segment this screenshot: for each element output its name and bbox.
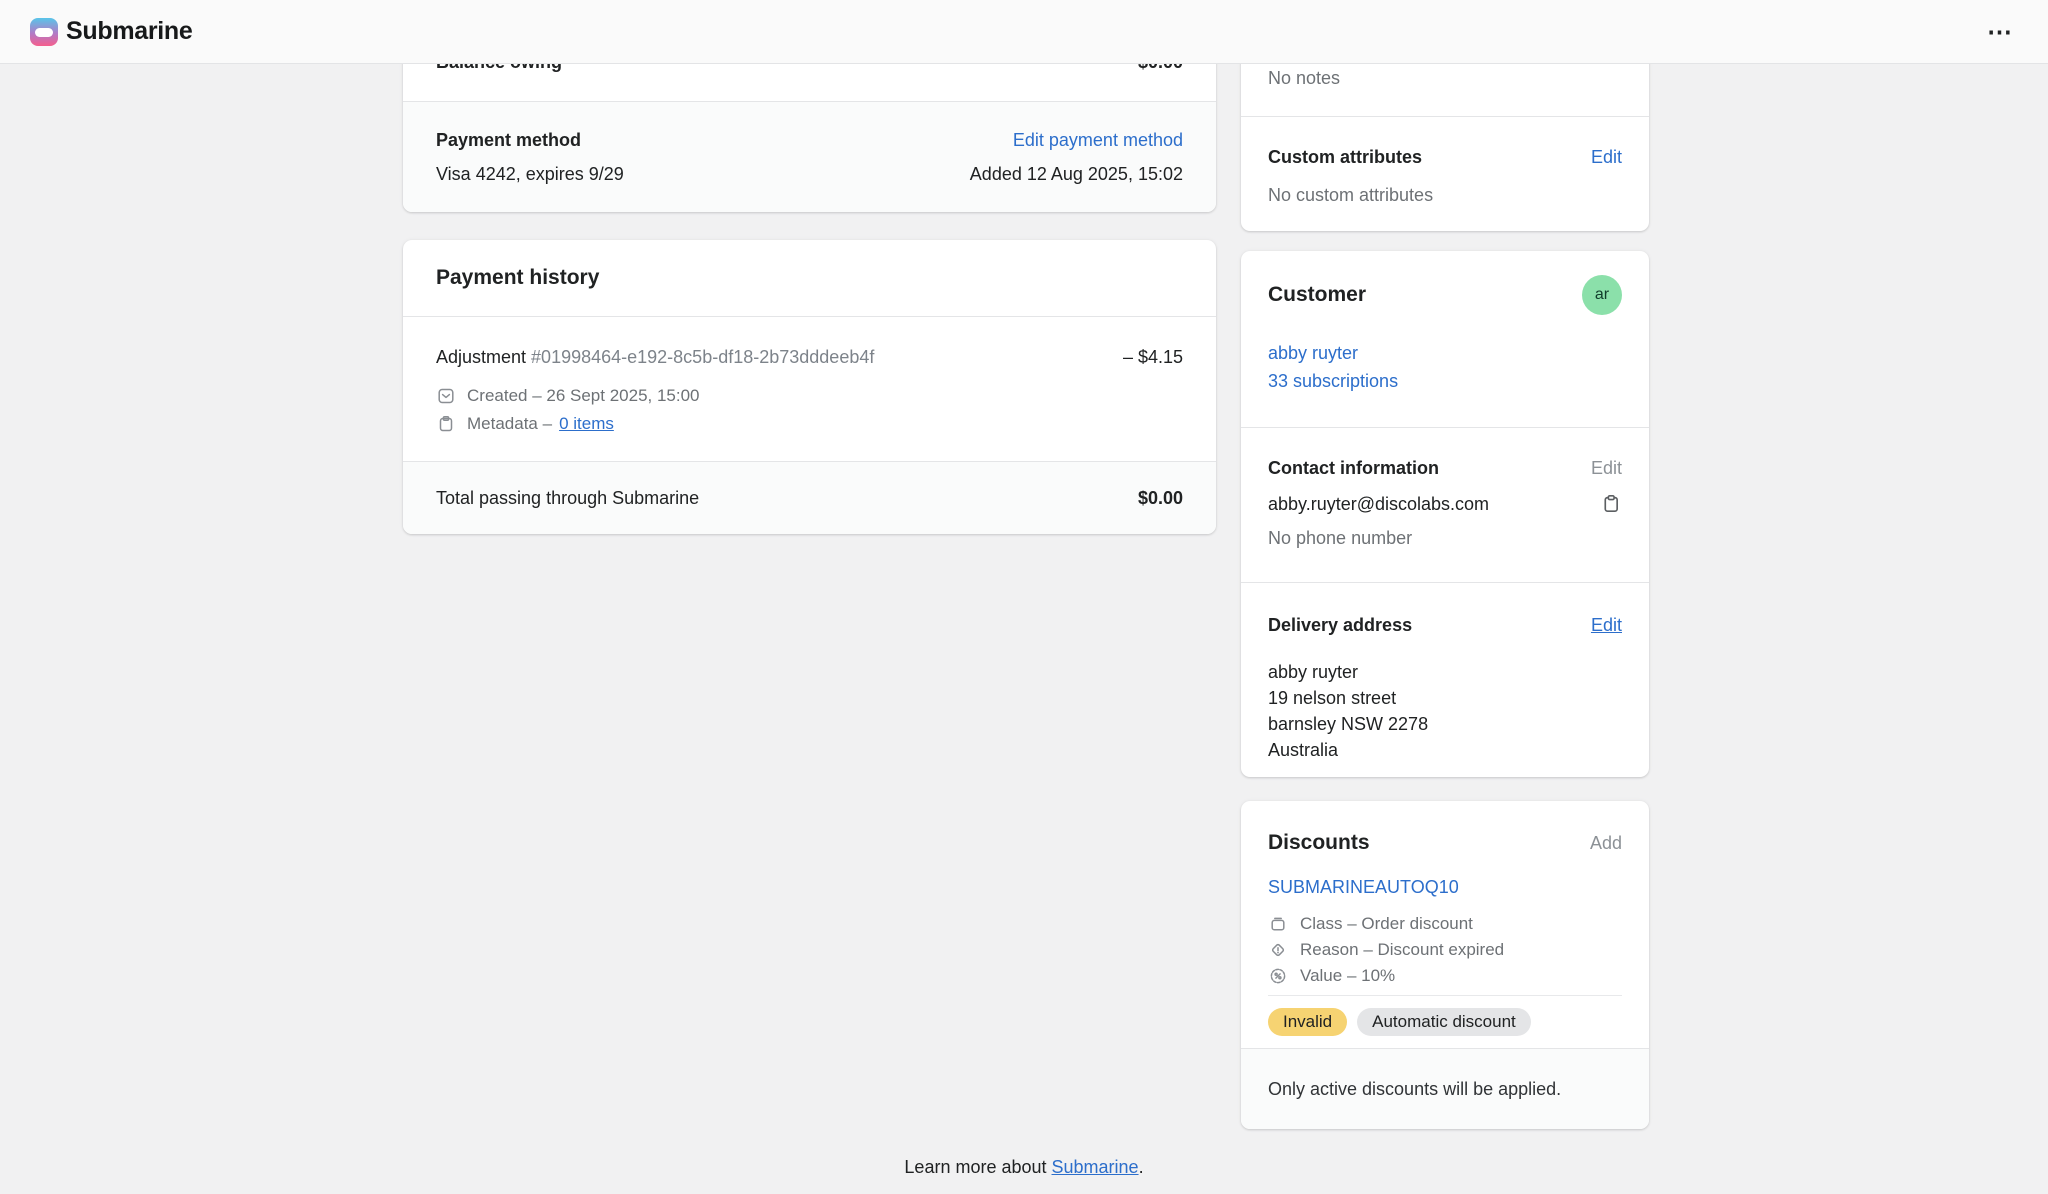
discount-badges: Invalid Automatic discount <box>1268 1008 1622 1036</box>
discount-class-row: Class – Order discount <box>1268 911 1622 937</box>
adjustment-id: #01998464-e192-8c5b-df18-2b73dddeeb4f <box>531 347 874 367</box>
customer-email: abby.ruyter@discolabs.com <box>1268 492 1489 516</box>
footer-text-prefix: Learn more about <box>904 1157 1051 1177</box>
status-badge-automatic: Automatic discount <box>1357 1008 1531 1036</box>
address-line: barnsley NSW 2278 <box>1268 711 1622 737</box>
order-box-icon <box>1268 914 1288 934</box>
adjustment-amount: – $4.15 <box>1123 345 1183 369</box>
add-discount-link[interactable]: Add <box>1590 833 1622 854</box>
address-line: 19 nelson street <box>1268 685 1622 711</box>
discount-reason-text: Reason – Discount expired <box>1300 937 1504 963</box>
contact-information-title: Contact information <box>1268 456 1439 480</box>
app-header: Submarine ⋯ <box>0 0 2048 64</box>
overflow-menu-button[interactable]: ⋯ <box>1981 18 2018 46</box>
discount-code-link[interactable]: SUBMARINEAUTOQ10 <box>1268 877 1459 897</box>
discounts-section: Discounts Add SUBMARINEAUTOQ10 Class – O… <box>1241 801 1649 1048</box>
created-row: Created – 26 Sept 2025, 15:00 <box>436 385 1183 407</box>
status-badge-invalid: Invalid <box>1268 1008 1347 1036</box>
metadata-items-link[interactable]: 0 items <box>559 413 614 435</box>
payment-method-value: Visa 4242, expires 9/29 <box>436 162 624 186</box>
contact-information-section: Contact information Edit abby.ruyter@dis… <box>1241 428 1649 582</box>
adjustment-label: Adjustment <box>436 347 531 367</box>
payment-method-added: Added 12 Aug 2025, 15:02 <box>970 162 1183 186</box>
discount-value-text: Value – 10% <box>1300 963 1395 989</box>
main-column: Balance owing $0.00 Payment method Edit … <box>403 0 1216 534</box>
discounts-footer: Only active discounts will be applied. <box>1241 1049 1649 1129</box>
edit-delivery-address-link[interactable]: Edit <box>1591 613 1622 637</box>
address-line: abby ruyter <box>1268 659 1622 685</box>
discount-reason-row: Reason – Discount expired <box>1268 937 1622 963</box>
customer-name-link[interactable]: abby ruyter <box>1268 343 1358 363</box>
metadata-row: Metadata – 0 items <box>436 413 1183 435</box>
created-text: Created – 26 Sept 2025, 15:00 <box>467 385 700 407</box>
metadata-label: Metadata – <box>467 413 552 435</box>
discounts-title: Discounts <box>1268 831 1370 855</box>
no-custom-attributes-text: No custom attributes <box>1268 185 1433 205</box>
edit-custom-attributes-link[interactable]: Edit <box>1591 145 1622 169</box>
custom-attributes-title: Custom attributes <box>1268 145 1422 169</box>
sidebar-column: No notes Custom attributes Edit No custo… <box>1241 0 1649 1129</box>
customer-section: Customer ar abby ruyter 33 subscriptions <box>1241 251 1649 427</box>
delivery-address-section: Delivery address Edit abby ruyter 19 nel… <box>1241 583 1649 777</box>
page-footer: Learn more about Submarine. <box>0 1156 2048 1178</box>
customer-card: Customer ar abby ruyter 33 subscriptions… <box>1241 251 1649 777</box>
delivery-address-block: abby ruyter 19 nelson street barnsley NS… <box>1268 659 1622 763</box>
divider <box>1268 995 1622 996</box>
delivery-address-title: Delivery address <box>1268 613 1412 637</box>
payment-history-title: Payment history <box>436 266 1183 290</box>
payment-history-total-row: Total passing through Submarine $0.00 <box>403 462 1216 534</box>
total-label: Total passing through Submarine <box>436 486 699 510</box>
no-notes-text: No notes <box>1268 68 1340 88</box>
no-phone-text: No phone number <box>1268 528 1412 548</box>
discount-badge-icon <box>1268 966 1288 986</box>
total-value: $0.00 <box>1138 486 1183 510</box>
payment-history-card: Payment history Adjustment #01998464-e19… <box>403 240 1216 534</box>
custom-attributes-section: Custom attributes Edit No custom attribu… <box>1241 117 1649 231</box>
alert-diamond-icon <box>1268 940 1288 960</box>
app-page: Balance owing $0.00 Payment method Edit … <box>0 0 2048 1194</box>
discount-details: Class – Order discount Reason – Discount… <box>1268 911 1622 989</box>
payment-history-entry: Adjustment #01998464-e192-8c5b-df18-2b73… <box>403 317 1216 461</box>
app-title: Submarine <box>66 17 193 46</box>
payment-method-section: Payment method Edit payment method Visa … <box>403 102 1216 212</box>
customer-title: Customer <box>1268 283 1622 307</box>
discounts-footer-text: Only active discounts will be applied. <box>1268 1079 1561 1099</box>
inbox-icon <box>436 386 456 406</box>
edit-contact-link[interactable]: Edit <box>1591 458 1622 479</box>
copy-email-icon[interactable] <box>1600 493 1622 515</box>
clipboard-icon <box>436 414 456 434</box>
discount-class-text: Class – Order discount <box>1300 911 1473 937</box>
edit-payment-method-link[interactable]: Edit payment method <box>1013 128 1183 152</box>
footer-submarine-link[interactable]: Submarine <box>1052 1157 1139 1177</box>
avatar[interactable]: ar <box>1582 275 1622 315</box>
submarine-logo-icon <box>30 18 58 46</box>
discount-value-row: Value – 10% <box>1268 963 1622 989</box>
discounts-card: Discounts Add SUBMARINEAUTOQ10 Class – O… <box>1241 801 1649 1129</box>
payment-method-title: Payment method <box>436 128 581 152</box>
address-line: Australia <box>1268 737 1622 763</box>
footer-text-suffix: . <box>1139 1157 1144 1177</box>
customer-subscriptions-link[interactable]: 33 subscriptions <box>1268 371 1398 391</box>
